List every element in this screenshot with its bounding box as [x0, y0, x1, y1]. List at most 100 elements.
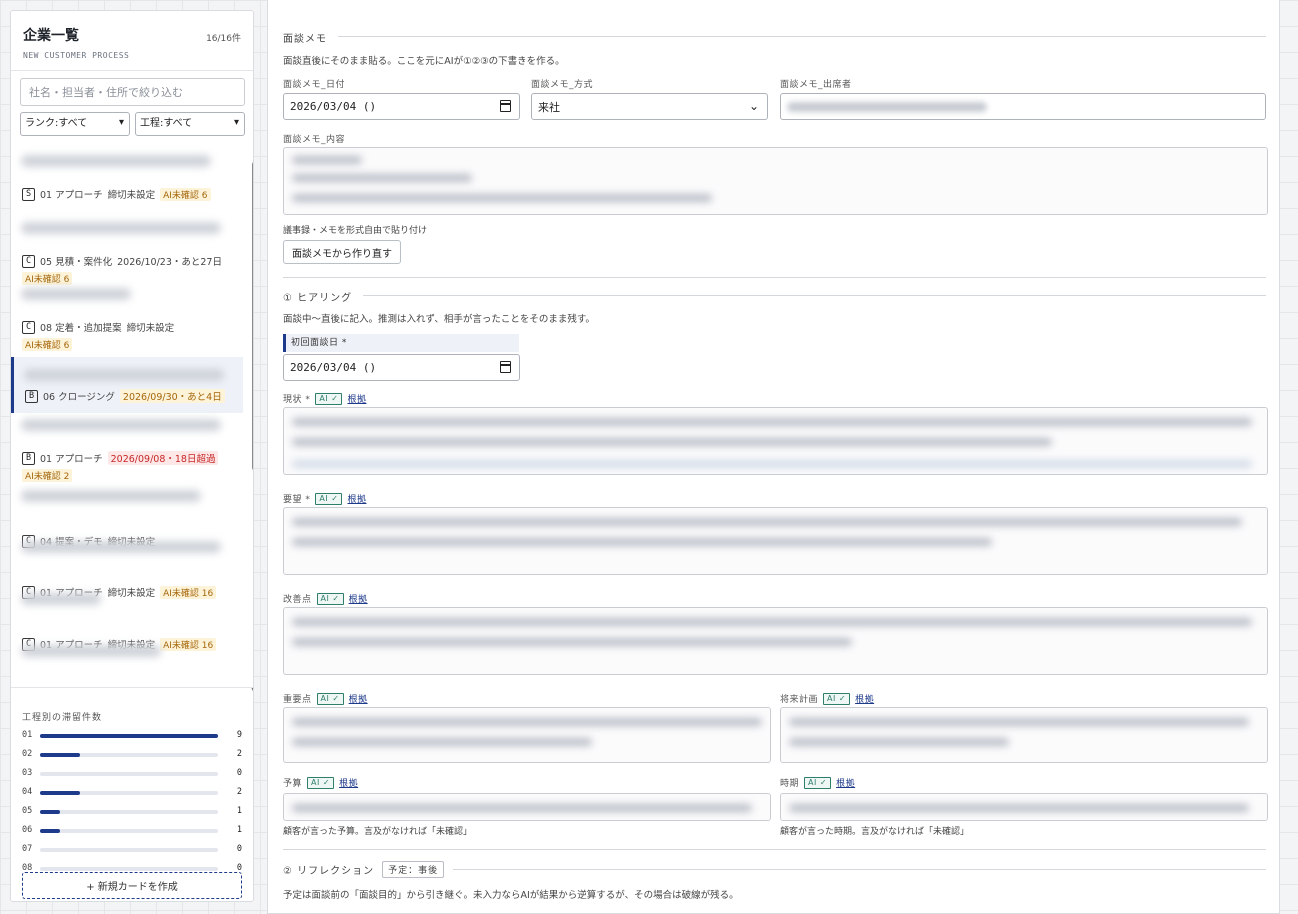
rank-filter-value: ランク:すべて [25, 118, 88, 129]
memo-heading-text: 面談メモ [283, 34, 327, 45]
stage-label: 05 見積・案件化 [40, 257, 113, 268]
new-card-label: + 新規カードを作成 [86, 882, 178, 893]
stage-stat-bar [40, 753, 80, 757]
stage-stat-row: 01 9 [22, 730, 242, 742]
reflection-description: 予定は面談前の「面談目的」から引き継ぐ。未入力ならAIが結果から逆算するが、その… [283, 890, 739, 901]
ai-confirmed-badge: AI ✓ [316, 692, 344, 705]
chevron-down-icon: ▾ [118, 117, 124, 128]
company-list-header: 企業一覧 NEW CUSTOMER PROCESS 16/16件 [11, 11, 253, 71]
needs-label-text: 要望 * [283, 495, 311, 505]
stage-stat-label: 07 [22, 844, 33, 854]
stage-label: 08 定着・追加提案 [40, 323, 122, 334]
needs-textarea[interactable] [283, 507, 1268, 575]
company-card[interactable]: C04 提案・デモ締切未設定 [11, 478, 243, 548]
rank-filter-select[interactable]: ランク:すべて ▾ [20, 112, 130, 136]
company-name-redacted [21, 541, 221, 553]
evidence-link[interactable]: 根拠 [349, 592, 368, 605]
company-list-panel: 企業一覧 NEW CUSTOMER PROCESS 16/16件 ランク:すべて… [10, 10, 254, 902]
stage-stat-row: 07 0 [22, 844, 242, 856]
company-card[interactable]: C01 アプローチ締切未設定AI未確認 16 [11, 581, 243, 651]
stage-label: 01 アプローチ [40, 190, 103, 201]
company-card[interactable]: C 08 定着・追加提案 締切未設定 AI未確認 6 [11, 276, 243, 351]
future-plan-label-text: 将来計画 [780, 695, 819, 705]
stage-stat-label: 05 [22, 806, 33, 816]
memo-content-textarea[interactable] [283, 147, 1268, 215]
ai-unconfirmed-badge: AI未確認 6 [160, 187, 211, 201]
stage-stat-row: 06 1 [22, 825, 242, 837]
company-card[interactable]: C01 アプローチ締切未設定AI未確認 16 [11, 529, 243, 599]
card-meta-row: B 01 アプローチ 2026/09/08・18日超過 [22, 451, 219, 465]
evidence-link[interactable]: 根拠 [347, 492, 366, 505]
company-card[interactable]: B 06 クロージング 2026/09/30・あと4日 [11, 357, 243, 413]
evidence-link[interactable]: 根拠 [855, 692, 874, 705]
stage-stat-track [40, 734, 218, 738]
stage-stat-bar [40, 810, 60, 814]
memo-paste-hint: 議事録・メモを形式自由で貼り付け [283, 226, 428, 236]
company-card[interactable]: S 01 アプローチ 締切未設定 AI未確認 6 [11, 143, 243, 203]
company-count: 16/16件 [206, 34, 241, 44]
budget-input[interactable] [283, 793, 771, 821]
deadline-label: 2026/10/23・あと27日 [117, 257, 222, 268]
future-plan-textarea[interactable] [780, 707, 1268, 763]
first-meeting-date-label: 初回面談日 * [283, 334, 519, 352]
list-scrollbar[interactable] [252, 161, 253, 471]
memo-method-label: 面談メモ_方式 [531, 80, 594, 90]
stage-filter-value: 工程:すべて [140, 118, 193, 129]
memo-section-heading: 面談メモ [283, 30, 327, 45]
status-field-label: 現状 * AI ✓ 根拠 [283, 392, 366, 405]
new-card-button[interactable]: + 新規カードを作成 [22, 872, 242, 899]
memo-attendee-input[interactable] [780, 93, 1266, 120]
evidence-link[interactable]: 根拠 [339, 776, 358, 789]
reflection-section-heading: ② リフレクション 予定：事後 [283, 861, 445, 878]
company-name-redacted [21, 288, 131, 300]
stage-stat-value: 2 [236, 749, 242, 759]
evidence-link[interactable]: 根拠 [836, 776, 855, 789]
card-meta-row: S 01 アプローチ 締切未設定 AI未確認 6 [22, 187, 211, 201]
company-search-input[interactable] [20, 78, 245, 106]
evidence-link[interactable]: 根拠 [347, 392, 366, 405]
memo-method-select[interactable]: 来社 ⌄ [531, 93, 768, 120]
stage-stat-track [40, 753, 218, 757]
stage-filter-select[interactable]: 工程:すべて ▾ [135, 112, 245, 136]
priority-label-text: 重要点 [283, 695, 312, 705]
card-meta-row: C 05 見積・案件化 2026/10/23・あと27日 [22, 254, 222, 268]
stage-stat-track [40, 867, 218, 871]
rank-badge: B [25, 389, 38, 403]
first-meeting-date-input[interactable]: 2026/03/04 () [283, 354, 520, 381]
stage-stats-title: 工程別の滞留件数 [22, 713, 103, 723]
divider [338, 36, 1266, 37]
rebuild-from-memo-button[interactable]: 面談メモから作り直す [283, 240, 401, 264]
divider [453, 869, 1266, 870]
memo-date-input[interactable]: 2026/03/04 () [283, 93, 520, 120]
improve-field-label: 改善点 AI ✓ 根拠 [283, 592, 368, 605]
memo-description: 面談直後にそのまま貼る。ここを元にAIが①②③の下書きを作る。 [283, 56, 565, 67]
stage-stat-track [40, 810, 218, 814]
ai-confirmed-badge: AI ✓ [316, 592, 344, 605]
company-card[interactable]: C01 アプローチ締切未設定AI未確認 16 [11, 633, 243, 685]
calendar-icon[interactable] [500, 361, 511, 373]
stage-stat-value: 0 [236, 844, 242, 854]
stage-stat-row: 03 0 [22, 768, 242, 780]
timing-label-text: 時期 [780, 779, 800, 789]
evidence-link[interactable]: 根拠 [349, 692, 368, 705]
company-card[interactable]: C 05 見積・案件化 2026/10/23・あと27日 AI未確認 6 [11, 210, 243, 285]
reflection-timing-tag: 予定：事後 [382, 861, 445, 878]
priority-textarea[interactable] [283, 707, 771, 763]
company-name-redacted [21, 222, 221, 234]
ai-confirmed-badge: AI ✓ [804, 776, 832, 789]
stage-stat-label: 03 [22, 768, 33, 778]
priority-field-label: 重要点 AI ✓ 根拠 [283, 692, 368, 705]
stage-stat-track [40, 829, 218, 833]
stage-stat-bar [40, 734, 218, 738]
rank-badge: B [22, 451, 35, 465]
company-name-redacted [21, 155, 211, 167]
company-card[interactable]: B 01 アプローチ 2026/09/08・18日超過 AI未確認 2 [11, 407, 243, 482]
timing-input[interactable] [780, 793, 1268, 821]
stage-stat-value: 2 [236, 787, 242, 797]
timing-hint: 顧客が言った時期。言及がなければ「未確認」 [780, 827, 970, 837]
status-textarea[interactable] [283, 407, 1268, 475]
improve-textarea[interactable] [283, 607, 1268, 675]
rebuild-button-label: 面談メモから作り直す [292, 248, 392, 260]
calendar-icon[interactable] [500, 100, 511, 112]
ai-confirmed-badge: AI ✓ [315, 492, 343, 505]
